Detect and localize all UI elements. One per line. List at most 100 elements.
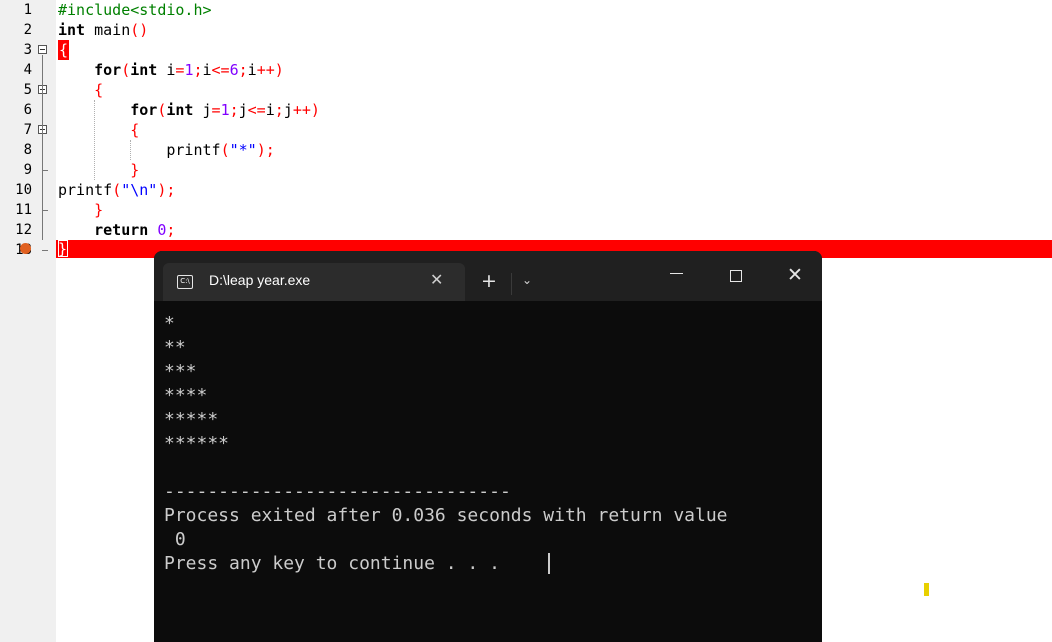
code-line[interactable]: printf("*"); (58, 140, 275, 160)
code-token: ( (112, 181, 122, 199)
code-token: for (94, 61, 122, 79)
code-token: ; (229, 101, 239, 119)
tab-close-button[interactable]: ✕ (430, 270, 443, 289)
return-value: 0 (164, 529, 186, 550)
line-number: 7 (23, 122, 32, 138)
code-token: return (94, 221, 149, 239)
code-line[interactable]: } (58, 160, 139, 180)
gutter-row: 4 (0, 60, 56, 80)
code-line[interactable]: { (58, 80, 103, 100)
output-line: ***** (164, 409, 219, 430)
fold-end-tick (42, 250, 48, 251)
line-number: 9 (23, 162, 32, 178)
indent-guide (94, 100, 95, 180)
fold-tree-line (42, 55, 43, 240)
code-token: } (130, 161, 140, 179)
code-line[interactable]: #include<stdio.h> (58, 0, 212, 20)
line-number: 12 (15, 222, 32, 238)
minimize-button[interactable] (670, 273, 683, 274)
console-titlebar[interactable]: C:\ D:\leap year.exe ✕ + ⌄ ✕ (154, 251, 822, 301)
maximize-button[interactable] (730, 270, 742, 282)
code-token: i (247, 61, 257, 79)
code-token: i (157, 61, 176, 79)
closing-brace: } (58, 240, 68, 258)
window-close-button[interactable]: ✕ (787, 264, 803, 286)
code-line[interactable]: printf("\n"); (58, 180, 175, 200)
gutter-row: 12 (0, 220, 56, 240)
console-tab[interactable]: C:\ D:\leap year.exe ✕ (163, 263, 465, 301)
code-token: ; (274, 101, 284, 119)
code-line[interactable]: int main() (58, 20, 148, 40)
code-token: () (130, 21, 149, 39)
tab-title: D:\leap year.exe (209, 272, 311, 288)
code-token: ); (256, 141, 275, 159)
indent-guide (130, 140, 131, 160)
code-token: <= (211, 61, 230, 79)
gutter-row: 10 (0, 180, 56, 200)
line-number: 2 (23, 22, 32, 38)
line-number: 10 (15, 182, 32, 198)
code-token: "\n" (121, 181, 158, 199)
output-line: **** (164, 385, 208, 406)
code-token: { (130, 121, 140, 139)
code-token: i (202, 61, 212, 79)
fold-end-tick (42, 170, 48, 171)
text-cursor (548, 553, 550, 574)
line-number: 5 (23, 82, 32, 98)
code-token: ( (220, 141, 230, 159)
code-token: main (85, 21, 131, 39)
code-token: #include<stdio.h> (58, 1, 212, 19)
output-line: * (164, 313, 175, 334)
code-token: 1 (220, 101, 230, 119)
tab-dropdown-button[interactable]: ⌄ (522, 273, 532, 287)
code-token: j (238, 101, 248, 119)
code-token: <= (247, 101, 266, 119)
fold-end-tick (42, 210, 48, 211)
fold-toggle-icon[interactable] (38, 45, 47, 54)
code-token: = (211, 101, 221, 119)
code-token: i (265, 101, 275, 119)
code-line[interactable]: { (58, 120, 139, 140)
code-line[interactable]: { (58, 40, 70, 60)
code-token: int (130, 61, 158, 79)
gutter-row: 1 (0, 0, 56, 20)
code-token: printf (58, 141, 221, 159)
console-window[interactable]: C:\ D:\leap year.exe ✕ + ⌄ ✕ * ** *** **… (154, 251, 822, 642)
code-line[interactable]: } (58, 200, 103, 220)
error-marker-icon (20, 243, 31, 254)
output-line: ** (164, 337, 186, 358)
code-line[interactable]: return 0; (58, 220, 175, 240)
code-token: "*" (229, 141, 257, 159)
gutter-row: 5 (0, 80, 56, 100)
code-token: ++) (256, 61, 284, 79)
process-exit-message: Process exited after 0.036 seconds with … (164, 505, 728, 526)
gutter-row: 8 (0, 140, 56, 160)
line-number: 4 (23, 62, 32, 78)
press-any-key-prompt: Press any key to continue . . . (164, 553, 500, 574)
code-token: int (58, 21, 86, 39)
code-token: j (193, 101, 212, 119)
code-line[interactable]: for(int j=1;j<=i;j++) (58, 100, 320, 120)
code-token: ; (193, 61, 203, 79)
code-token: ++) (292, 101, 320, 119)
titlebar-separator (511, 273, 512, 295)
code-token: ( (121, 61, 131, 79)
output-separator: -------------------------------- (164, 481, 511, 502)
line-number: 11 (15, 202, 32, 218)
code-token: ; (166, 221, 176, 239)
code-line[interactable]: for(int i=1;i<=6;i++) (58, 60, 284, 80)
output-line: *** (164, 361, 197, 382)
new-tab-button[interactable]: + (481, 270, 497, 292)
cmd-icon: C:\ (177, 275, 193, 289)
line-number: 8 (23, 142, 32, 158)
code-token: 6 (229, 61, 239, 79)
code-token: } (94, 201, 104, 219)
code-token: ; (238, 61, 248, 79)
code-token: int (166, 101, 194, 119)
opening-brace: { (58, 40, 70, 60)
line-number: 6 (23, 102, 32, 118)
